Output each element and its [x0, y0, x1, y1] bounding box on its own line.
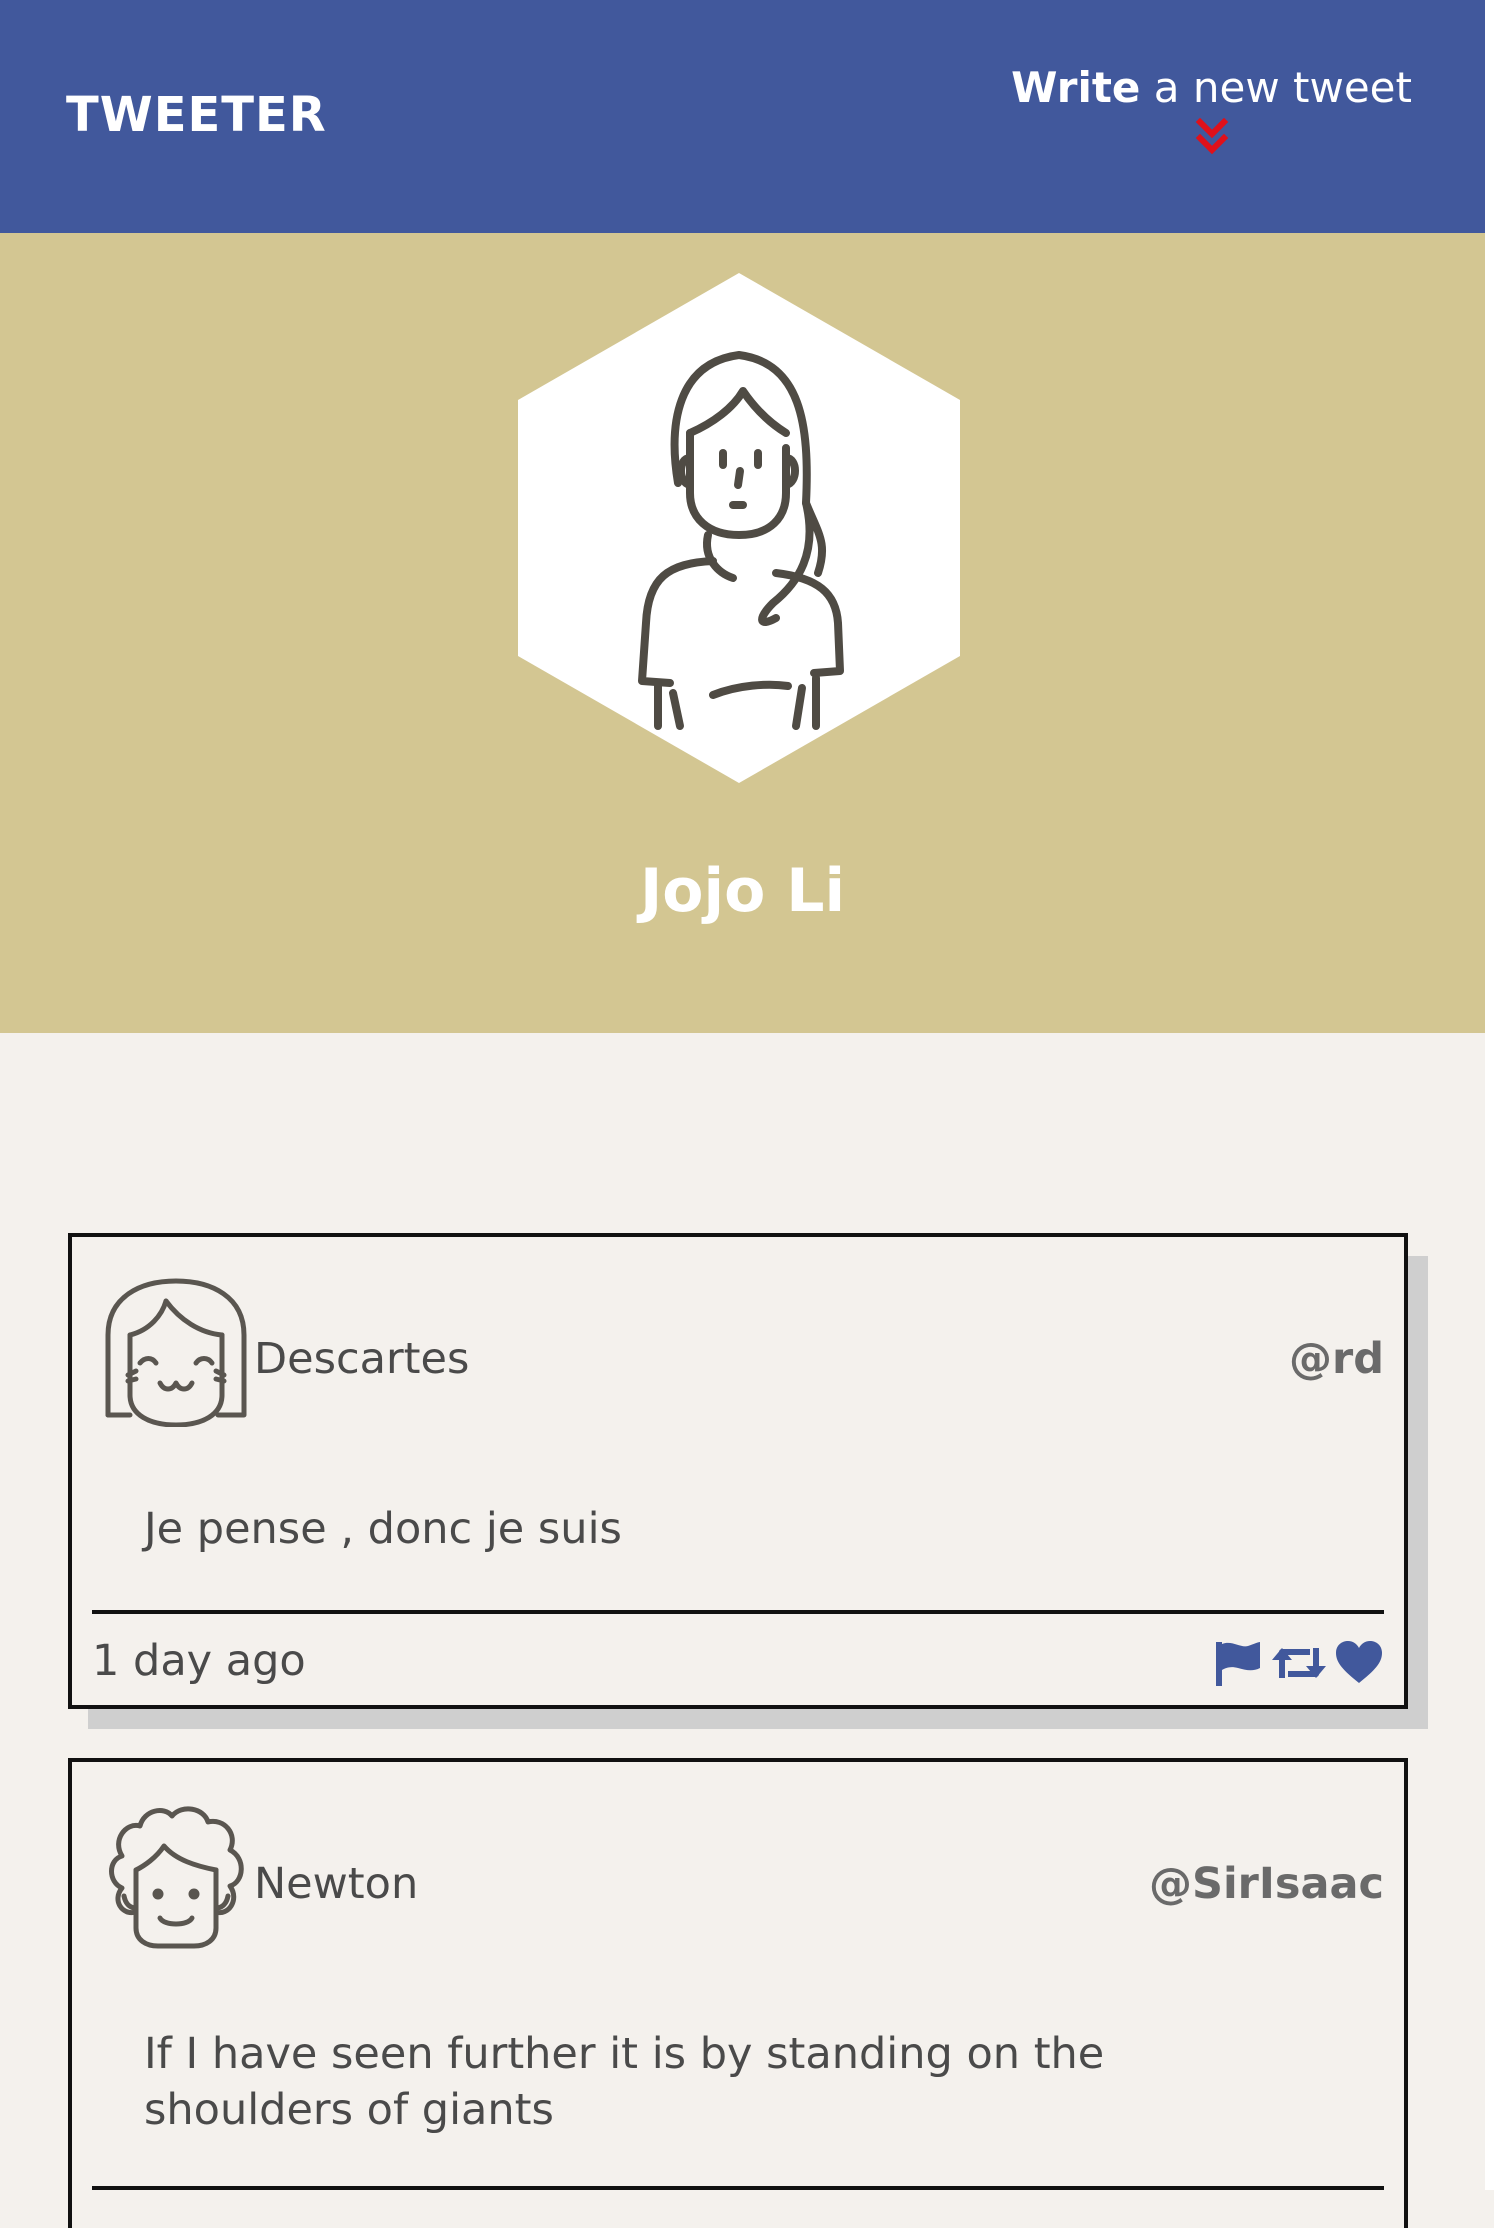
tweet-content: Je pense , donc je suis — [144, 1504, 622, 1554]
tweet-timestamp: 1 day ago — [92, 1636, 306, 1686]
tweet-author-name: Descartes — [254, 1334, 470, 1384]
tweet-content: If I have seen further it is by standing… — [144, 2029, 1105, 2135]
brand-logo[interactable]: TWEETER — [66, 84, 327, 146]
tweet-divider — [92, 1610, 1384, 1614]
compose-label-strong: Write — [1011, 63, 1141, 112]
flag-icon[interactable] — [1212, 1638, 1264, 1688]
girl-avatar-icon — [105, 1278, 247, 1427]
woman-avatar-icon — [518, 273, 960, 783]
curly-hair-avatar-icon — [109, 1806, 244, 1949]
compose-tweet-toggle[interactable]: Write a new tweet — [1011, 60, 1412, 158]
compose-label-rest: a new tweet — [1140, 63, 1412, 112]
tweet-author-name: Newton — [254, 1859, 419, 1909]
profile-name: Jojo Li — [639, 856, 846, 926]
tweet-author-handle: @SirIsaac — [1148, 1859, 1384, 1909]
double-chevron-down-icon[interactable] — [1195, 118, 1229, 158]
retweet-icon[interactable] — [1270, 1638, 1328, 1688]
scrollbar-strip — [1485, 0, 1494, 2190]
tweet-card: Descartes @rd Je pense , donc je suis 1 … — [68, 1233, 1408, 1709]
compose-label: Write a new tweet — [1011, 60, 1412, 116]
tweet-author-handle: @rd — [1289, 1334, 1384, 1384]
top-nav: TWEETER Write a new tweet — [0, 0, 1485, 233]
tweet-card: Newton @SirIsaac If I have seen further … — [68, 1758, 1408, 2228]
heart-icon[interactable] — [1334, 1639, 1384, 1687]
profile-header: Jojo Li — [0, 233, 1485, 1033]
tweet-divider — [92, 2186, 1384, 2190]
tweet-actions — [1212, 1635, 1384, 1691]
